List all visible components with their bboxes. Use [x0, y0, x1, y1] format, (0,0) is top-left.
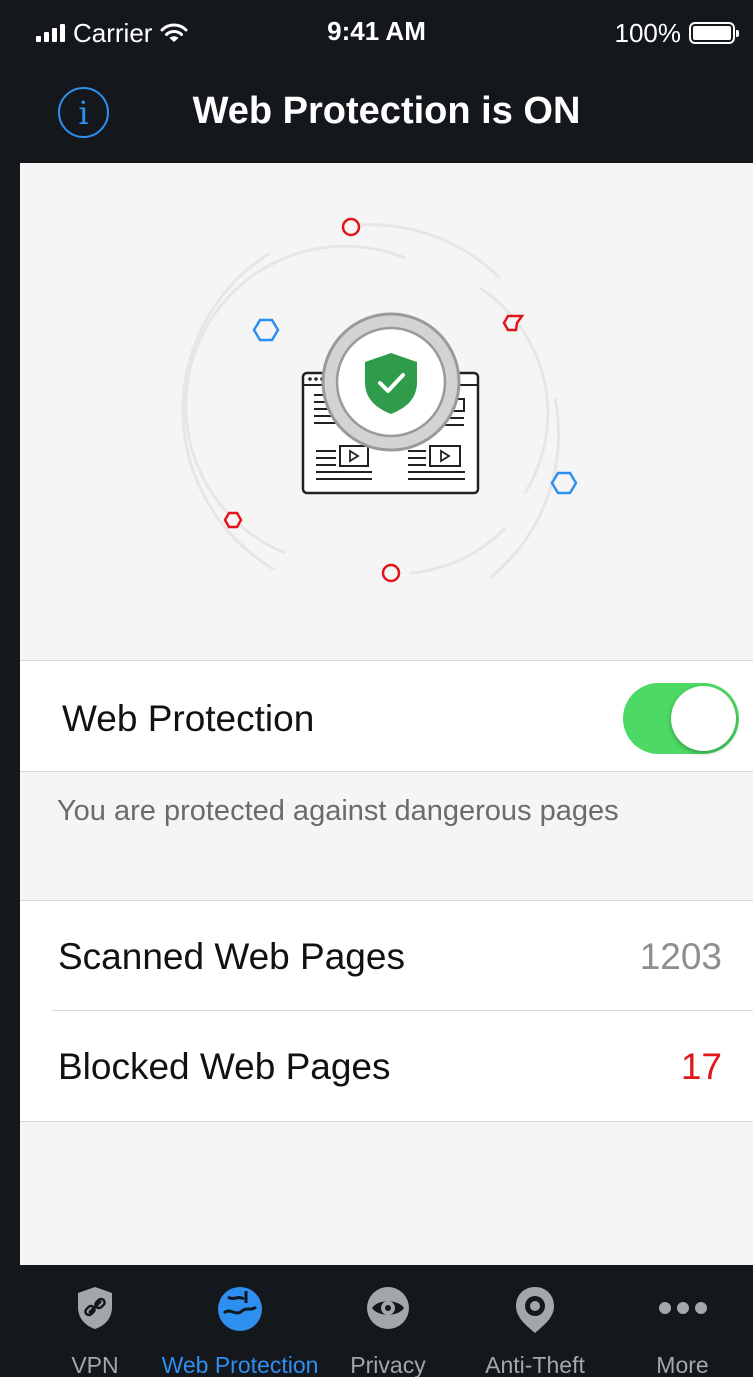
tab-label: Privacy: [350, 1352, 426, 1377]
threat-marker: [341, 217, 361, 237]
safe-marker: [252, 318, 280, 342]
toggle-knob[interactable]: [671, 686, 736, 751]
main-content: Web Protection You are protected against…: [20, 163, 753, 1265]
tab-bar: VPN Web Protection Privacy Anti-Theft Mo…: [0, 1265, 753, 1377]
nav-bar: i Web Protection is ON: [0, 66, 753, 163]
tab-anti-theft[interactable]: Anti-Theft: [470, 1265, 600, 1377]
page-title: Web Protection is ON: [192, 90, 581, 132]
tab-label: Web Protection: [161, 1352, 319, 1377]
protection-description: You are protected against dangerous page…: [57, 795, 619, 827]
tab-label: VPN: [71, 1352, 119, 1377]
more-dots-icon: [658, 1302, 707, 1314]
web-protection-label: Web Protection: [62, 698, 315, 739]
protection-illustration-svg: [181, 217, 578, 583]
battery-percent: 100%: [614, 17, 682, 48]
safe-marker: [550, 471, 578, 495]
web-protection-row: Web Protection: [20, 660, 753, 772]
stat-row-blocked: Blocked Web Pages 17: [20, 1011, 753, 1121]
tab-privacy[interactable]: Privacy: [338, 1265, 438, 1377]
threat-marker: [381, 563, 401, 583]
tab-more[interactable]: More: [630, 1265, 735, 1377]
tab-label: More: [656, 1352, 709, 1377]
stat-row-scanned: Scanned Web Pages 1203: [20, 901, 753, 1011]
battery-icon: [689, 22, 739, 44]
protection-illustration: [20, 163, 753, 660]
threat-marker: [223, 511, 243, 529]
tab-web-protection[interactable]: Web Protection: [155, 1265, 325, 1377]
tab-label: Anti-Theft: [485, 1352, 585, 1377]
eye-icon: [367, 1287, 409, 1329]
shield-link-icon: [78, 1287, 112, 1329]
location-pin-icon: [516, 1287, 554, 1333]
stat-value-blocked: 17: [680, 1046, 722, 1087]
orbit-arc: [409, 526, 507, 575]
stat-value-scanned: 1203: [639, 936, 722, 977]
stat-label: Blocked Web Pages: [58, 1046, 391, 1087]
stats-list: Scanned Web Pages 1203 Blocked Web Pages…: [20, 900, 753, 1122]
status-right: 100%: [614, 16, 739, 50]
web-protection-toggle[interactable]: [623, 683, 739, 754]
globe-shield-icon: [218, 1287, 262, 1331]
status-bar: Carrier 9:41 AM 100%: [0, 0, 753, 66]
stat-label: Scanned Web Pages: [58, 936, 405, 977]
tab-vpn[interactable]: VPN: [40, 1265, 150, 1377]
